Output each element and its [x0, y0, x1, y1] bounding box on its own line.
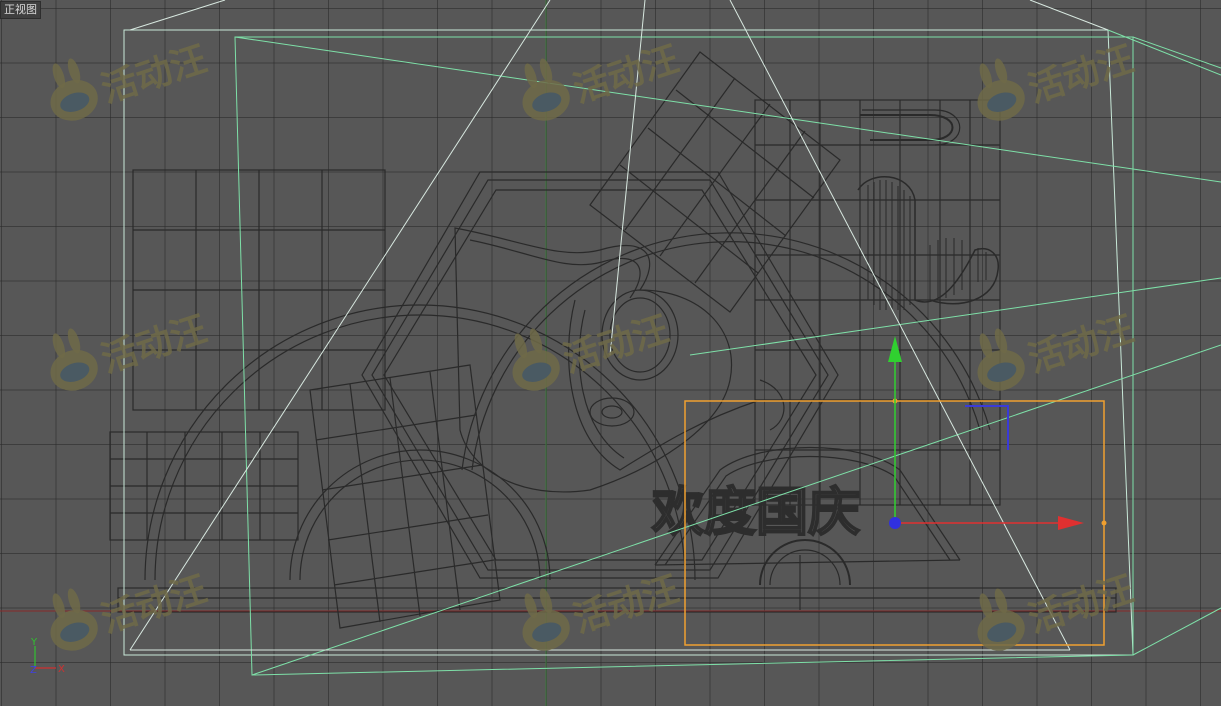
bunny-mascot-icon	[50, 58, 98, 121]
gizmo-origin-icon[interactable]	[889, 517, 901, 529]
right-structure	[754, 99, 1001, 506]
watermark-3: 活动汪	[977, 39, 1139, 121]
bunny-mascot-icon	[50, 328, 98, 391]
watermark-1: 活动汪	[50, 39, 212, 121]
bunny-mascot-icon	[522, 588, 570, 651]
bunny-mascot-icon	[522, 58, 570, 121]
viewport-scene: 欢度国庆 活动汪 活动汪 活动汪 活动汪 活动汪 活动汪 活动汪 活动汪 活动汪…	[0, 0, 1221, 706]
bunny-mascot-icon	[50, 588, 98, 651]
bunny-mascot-icon	[512, 328, 560, 391]
svg-text:活动汪: 活动汪	[1023, 39, 1138, 111]
bunny-mascot-icon	[977, 328, 1025, 391]
watermark-5: 活动汪	[512, 309, 674, 391]
axis-indicator-y-label: Y	[30, 637, 38, 648]
watermark-4: 活动汪	[50, 309, 212, 391]
axis-indicator-z-label: Z	[30, 665, 37, 676]
watermark-9: 活动汪	[977, 569, 1139, 651]
banner-text: 欢度国庆	[651, 483, 860, 543]
svg-text:活动汪: 活动汪	[96, 39, 211, 111]
watermarks: 活动汪 活动汪 活动汪 活动汪 活动汪 活动汪 活动汪 活动汪 活动汪	[50, 39, 1139, 651]
bunny-mascot-icon	[977, 58, 1025, 121]
front-viewport[interactable]: 欢度国庆 活动汪 活动汪 活动汪 活动汪 活动汪 活动汪 活动汪 活动汪 活动汪…	[0, 0, 1221, 706]
svg-text:活动汪: 活动汪	[96, 569, 211, 641]
gizmo-x-arrow-icon[interactable]	[1058, 516, 1084, 530]
svg-text:活动汪: 活动汪	[1023, 569, 1138, 641]
watermark-7: 活动汪	[50, 569, 212, 651]
axis-indicator-x-label: X	[58, 664, 65, 675]
light-target-marker	[965, 405, 1009, 450]
selection-handle-right[interactable]	[1101, 520, 1107, 526]
svg-text:活动汪: 活动汪	[568, 569, 683, 641]
viewport-label[interactable]: 正视图	[0, 1, 41, 19]
svg-text:活动汪: 活动汪	[96, 309, 211, 381]
bunny-mascot-icon	[977, 588, 1025, 651]
